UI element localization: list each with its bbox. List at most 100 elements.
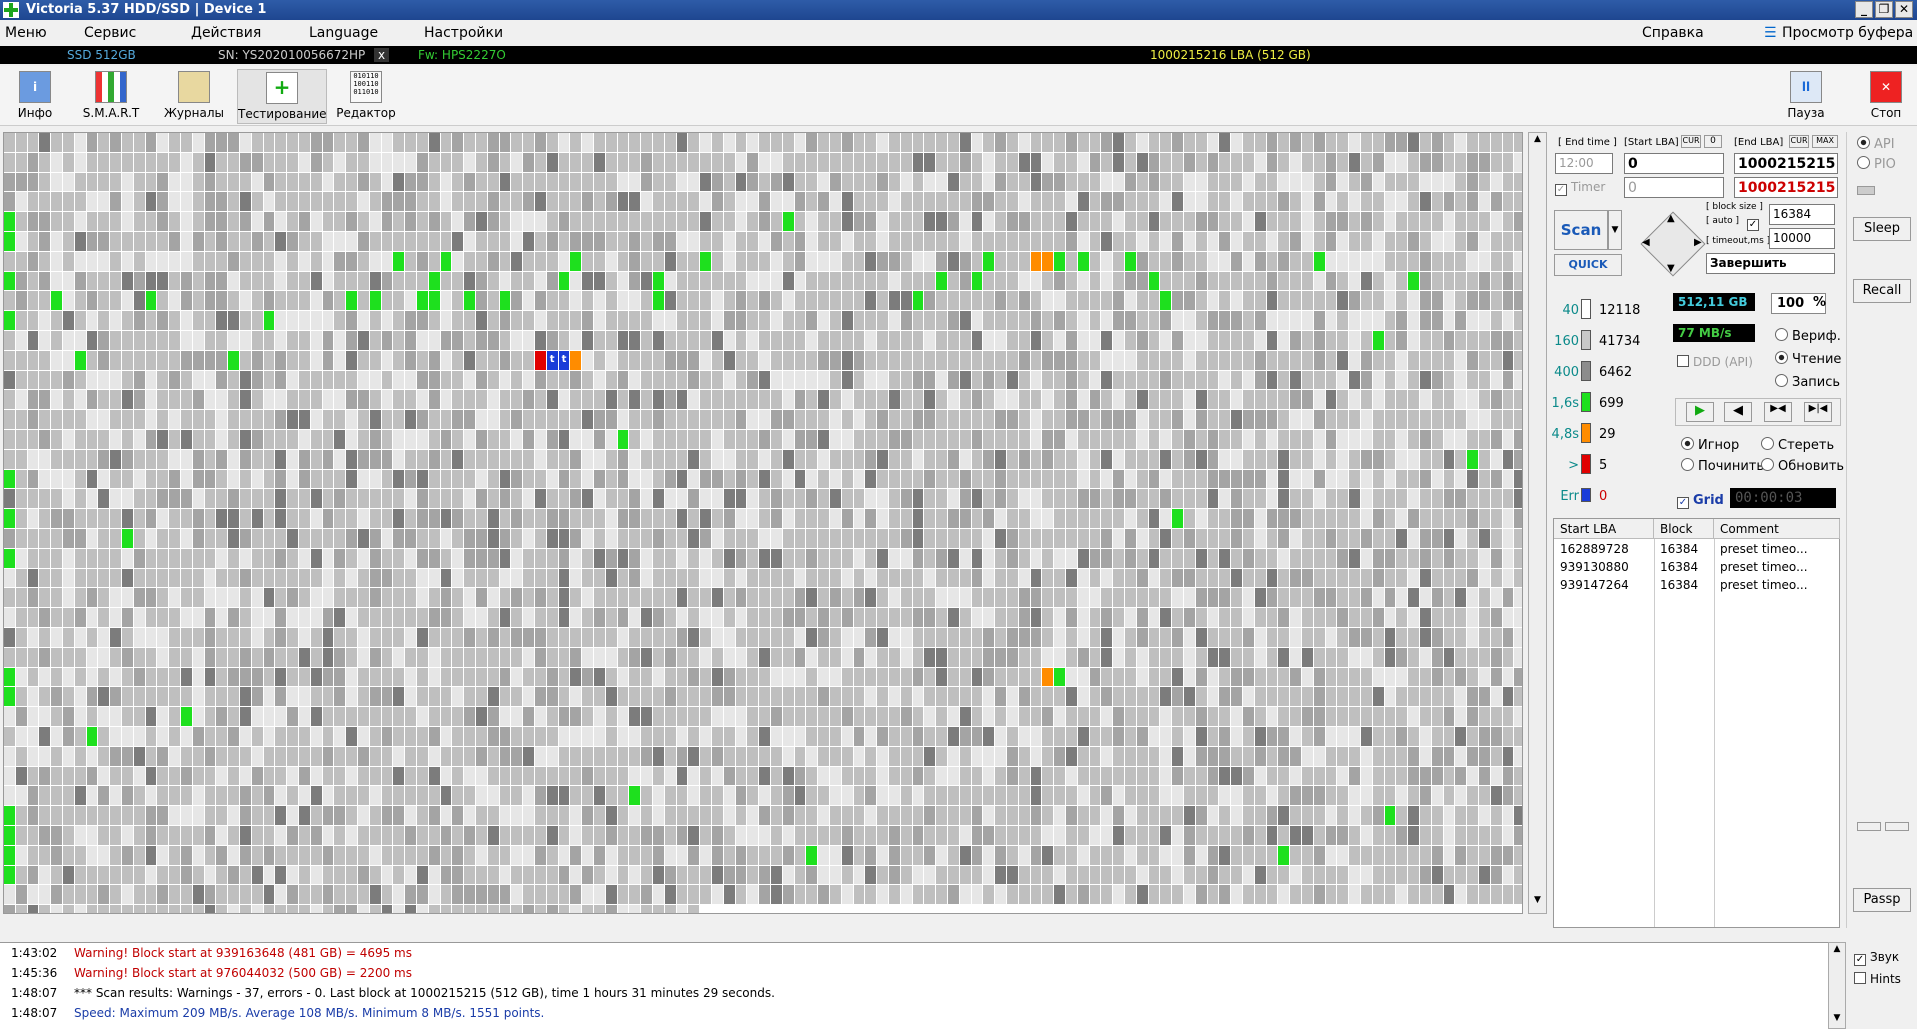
grid-block: [759, 449, 770, 469]
grid-block: [1502, 331, 1514, 350]
grid-block: [1136, 727, 1148, 746]
grid-block: [334, 687, 346, 707]
grid-block: [1160, 331, 1172, 350]
menu-settings[interactable]: Настройки: [424, 25, 503, 41]
grid-block: [1231, 133, 1242, 152]
grid-block: [15, 766, 27, 786]
grid-block: [157, 608, 169, 627]
grid-block: [629, 509, 641, 528]
menu-main[interactable]: Меню: [5, 25, 47, 41]
close-button[interactable]: ✕: [1895, 1, 1913, 18]
testing-button[interactable]: + Тестирование: [237, 69, 327, 124]
menu-help[interactable]: Справка: [1642, 25, 1704, 41]
grid-block: [546, 687, 558, 707]
grid-block: [1219, 291, 1231, 311]
grid-block: [251, 350, 263, 370]
grid-block: [63, 727, 74, 746]
grid-block: [853, 172, 865, 192]
grid-block: [830, 331, 841, 350]
grid-block-green: [86, 727, 98, 746]
grid-block: [723, 568, 735, 588]
grid-block: [63, 291, 74, 311]
grid-block: [1361, 370, 1372, 390]
grid-block: [1325, 271, 1337, 291]
grid-block: [251, 826, 263, 845]
minimize-button[interactable]: _: [1855, 1, 1873, 18]
grid-block-green: [417, 291, 428, 311]
grid-block: [535, 826, 546, 845]
grid-block: [275, 291, 287, 311]
grid-block: [1384, 133, 1396, 152]
grid-block-green: [4, 311, 15, 330]
grid-block: [192, 410, 204, 429]
grid-block: [1160, 430, 1172, 449]
grid-block: [1443, 608, 1455, 627]
grid-block: [794, 687, 806, 707]
grid-block: [1467, 331, 1478, 350]
grid-block: [428, 568, 440, 588]
grid-block: [110, 628, 121, 647]
menu-actions[interactable]: Действия: [191, 25, 261, 41]
grid-block: [145, 390, 157, 410]
grid-block: [1408, 232, 1419, 251]
grid-block: [830, 311, 841, 330]
grid-block: [641, 826, 652, 845]
grid-block: [192, 311, 204, 330]
grid-block-green: [806, 845, 818, 865]
grid-block: [759, 251, 770, 271]
grid-block: [1089, 548, 1101, 568]
stop-button[interactable]: ✕ Стоп: [1856, 69, 1916, 124]
grid-block: [1290, 707, 1301, 726]
grid-block: [1502, 786, 1514, 806]
grid-block: [1089, 529, 1101, 548]
grid-block: [1302, 350, 1313, 370]
pause-button[interactable]: ll Пауза: [1776, 69, 1836, 124]
grid-block: [39, 152, 51, 172]
grid-block: [98, 133, 110, 152]
grid-block: [27, 390, 39, 410]
grid-block: [1384, 212, 1396, 231]
grid-block: [1066, 410, 1077, 429]
grid-block: [428, 806, 440, 825]
grid-block: [1290, 232, 1301, 251]
grid-block: [1431, 311, 1443, 330]
grid-block: [1219, 509, 1231, 528]
grid-block: [582, 370, 593, 390]
editor-button[interactable]: 010110 100110 011010 Редактор: [331, 69, 401, 124]
menu-language[interactable]: Language: [309, 25, 378, 41]
maximize-button[interactable]: ❐: [1875, 1, 1893, 18]
grid-block: [664, 826, 676, 845]
menu-service[interactable]: Сервис: [84, 25, 136, 41]
grid-block: [1337, 568, 1349, 588]
grid-block: [712, 628, 723, 647]
grid-block: [204, 390, 216, 410]
menu-buffer-view[interactable]: Просмотр буфера: [1782, 25, 1913, 41]
grid-block: [594, 667, 605, 687]
grid-block: [15, 865, 27, 885]
grid-block: [1361, 350, 1372, 370]
grid-block: [4, 133, 15, 152]
grid-block: [1066, 469, 1077, 489]
grid-block: [1290, 608, 1301, 627]
grid-block: [1254, 152, 1266, 172]
smart-button[interactable]: S.M.A.R.T: [76, 69, 146, 124]
grid-block: [511, 449, 523, 469]
grid-block: [393, 370, 405, 390]
grid-block: [841, 350, 853, 370]
serial-clear-button[interactable]: x: [374, 48, 390, 62]
grid-block: [440, 548, 452, 568]
info-button[interactable]: i Инфо: [0, 69, 70, 124]
grid-block: [216, 489, 228, 509]
grid-block: [535, 667, 546, 687]
logs-button[interactable]: Журналы: [159, 69, 229, 124]
grid-block: [1136, 390, 1148, 410]
grid-block: [747, 370, 759, 390]
grid-block-green: [1408, 271, 1419, 291]
grid-block: [310, 251, 322, 271]
grid-block: [1125, 489, 1136, 509]
grid-block: [617, 568, 629, 588]
grid-block: [971, 865, 983, 885]
grid-block: [511, 133, 523, 152]
grid-block: [1030, 331, 1042, 350]
grid-block: [617, 845, 629, 865]
